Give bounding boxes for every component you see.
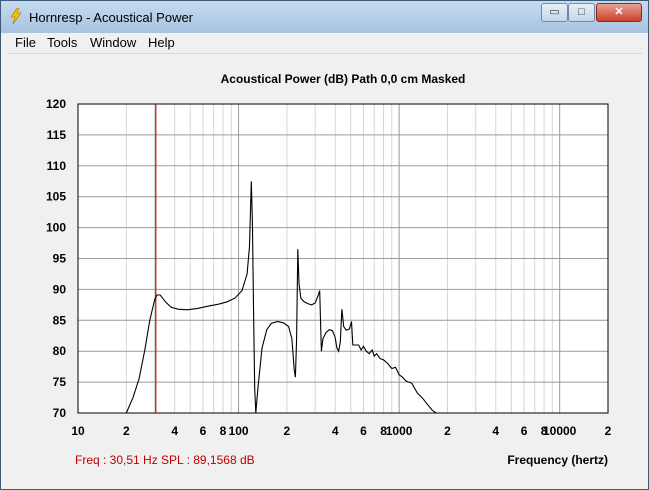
x-tick-label: 6	[200, 424, 207, 438]
lightning-bolt-icon	[10, 8, 22, 24]
x-tick-label: 4	[492, 424, 499, 438]
app-window: Hornresp - Acoustical Power ▭ □ ✕ File T…	[0, 0, 649, 490]
x-tick-label: 2	[284, 424, 291, 438]
y-tick-label: 80	[53, 344, 67, 358]
y-tick-label: 95	[53, 252, 67, 266]
y-tick-label: 75	[53, 375, 67, 389]
y-tick-label: 90	[53, 282, 67, 296]
y-tick-label: 105	[46, 190, 66, 204]
y-tick-label: 120	[46, 97, 66, 111]
spl-readout: SPL : 89,1568 dB	[161, 453, 255, 467]
x-tick-label: 4	[171, 424, 178, 438]
close-button[interactable]: ✕	[596, 3, 642, 22]
acoustical-power-chart[interactable]: Acoustical Power (dB) Path 0,0 cm Masked…	[8, 54, 642, 485]
maximize-button[interactable]: □	[568, 3, 595, 22]
window-title: Hornresp - Acoustical Power	[29, 10, 194, 25]
x-tick-label: 4	[332, 424, 339, 438]
x-tick-label: 1000	[386, 424, 413, 438]
x-tick-label: 2	[123, 424, 130, 438]
chart-area: Acoustical Power (dB) Path 0,0 cm Masked…	[8, 54, 642, 485]
y-tick-label: 110	[47, 159, 67, 173]
minimize-button[interactable]: ▭	[541, 3, 568, 22]
x-tick-label: 6	[360, 424, 367, 438]
freq-readout: Freq : 30,51 Hz	[75, 453, 158, 467]
menu-bar: File Tools Window Help	[8, 33, 642, 54]
y-tick-label: 115	[47, 128, 67, 142]
x-tick-label: 2	[605, 424, 612, 438]
x-tick-label: 2	[444, 424, 451, 438]
x-tick-label: 10	[71, 424, 85, 438]
menu-help[interactable]: Help	[148, 35, 175, 50]
title-bar[interactable]: Hornresp - Acoustical Power ▭ □ ✕	[1, 1, 648, 33]
x-tick-label: 6	[521, 424, 528, 438]
menu-tools[interactable]: Tools	[47, 35, 77, 50]
y-tick-label: 70	[53, 406, 67, 420]
x-tick-label: 8	[220, 424, 227, 438]
x-tick-label: 100	[229, 424, 249, 438]
menu-file[interactable]: File	[15, 35, 36, 50]
x-tick-label: 10000	[543, 424, 577, 438]
y-tick-label: 85	[53, 313, 67, 327]
y-tick-label: 100	[46, 221, 66, 235]
x-axis-label: Frequency (hertz)	[507, 453, 608, 467]
chart-title: Acoustical Power (dB) Path 0,0 cm Masked	[221, 72, 466, 86]
menu-window[interactable]: Window	[90, 35, 136, 50]
